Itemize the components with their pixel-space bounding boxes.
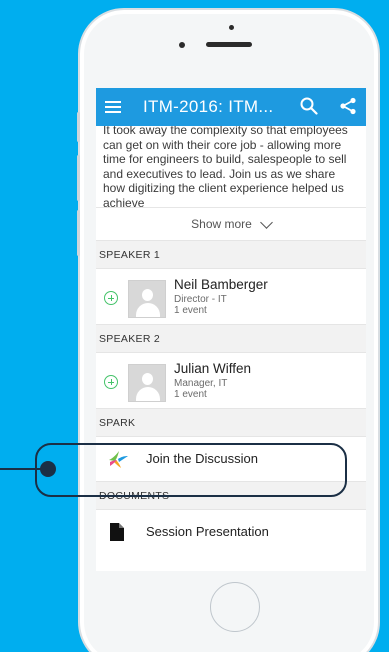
- section-header-speaker-2: SPEAKER 2: [96, 324, 366, 353]
- speaker-row-1[interactable]: Neil Bamberger Director - IT 1 event: [96, 269, 366, 324]
- description-text: It took away the complexity so that empl…: [103, 126, 348, 207]
- speaker-name: Neil Bamberger: [174, 277, 268, 292]
- phone-side-button-middle: [77, 155, 80, 201]
- section-header-spark: SPARK: [96, 408, 366, 437]
- speaker-event-count: 1 event: [174, 305, 207, 316]
- callout-pointer-dot: [40, 461, 56, 477]
- home-button[interactable]: [210, 582, 260, 632]
- session-presentation-row[interactable]: Session Presentation: [96, 510, 366, 554]
- add-circle-icon[interactable]: [104, 291, 118, 305]
- hamburger-menu-icon[interactable]: [105, 101, 121, 113]
- phone-side-button-top: [77, 112, 80, 142]
- phone-side-button-bottom: [77, 210, 80, 256]
- speaker-event-count: 1 event: [174, 389, 207, 400]
- front-camera: [229, 25, 234, 30]
- callout-pointer-line: [0, 468, 42, 470]
- chevron-down-icon: [259, 215, 273, 229]
- speaker-name: Julian Wiffen: [174, 361, 252, 376]
- earpiece-speaker: [206, 42, 252, 47]
- app-screen: ITM-2016: ITM... It took away the comple…: [96, 88, 366, 571]
- speaker-title: Manager, IT: [174, 378, 228, 389]
- section-header-speaker-1: SPEAKER 1: [96, 240, 366, 269]
- speaker-title: Director - IT: [174, 294, 227, 305]
- session-description: It took away the complexity so that empl…: [96, 126, 366, 207]
- show-more-button[interactable]: Show more: [96, 207, 366, 240]
- share-icon[interactable]: [339, 97, 357, 115]
- show-more-label: Show more: [191, 217, 252, 231]
- speaker-row-2[interactable]: Julian Wiffen Manager, IT 1 event: [96, 353, 366, 408]
- search-icon[interactable]: [300, 97, 318, 115]
- app-title: ITM-2016: ITM...: [143, 97, 274, 116]
- person-placeholder-icon: [128, 364, 166, 402]
- document-icon: [110, 523, 124, 541]
- add-circle-icon[interactable]: [104, 375, 118, 389]
- person-placeholder-icon: [128, 280, 166, 318]
- app-bar: ITM-2016: ITM...: [96, 88, 366, 126]
- session-presentation-label: Session Presentation: [146, 524, 269, 539]
- callout-highlight: [35, 443, 347, 497]
- sensor-lens: [179, 42, 185, 48]
